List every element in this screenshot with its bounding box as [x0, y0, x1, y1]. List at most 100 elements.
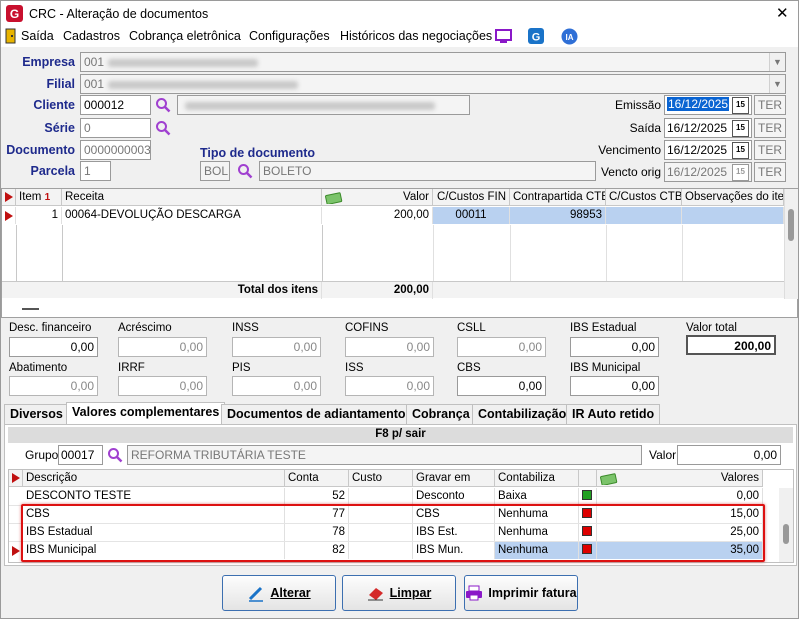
alterar-button[interactable]: Alterar: [222, 575, 336, 611]
iss-input[interactable]: 0,00: [345, 376, 434, 396]
sort-icon[interactable]: 1: [45, 192, 51, 203]
col-ccfin[interactable]: C/Custos FIN: [433, 189, 510, 206]
search-icon[interactable]: [155, 97, 171, 113]
serie-input[interactable]: 0: [80, 118, 151, 138]
tab-cobranca[interactable]: Cobrança: [406, 404, 476, 424]
col-obs[interactable]: Observações do item: [682, 189, 784, 206]
valor-total-input[interactable]: 200,00: [686, 335, 776, 355]
limpar-button[interactable]: Limpar: [342, 575, 456, 611]
menu-historicos[interactable]: Históricos das negociações: [340, 29, 492, 43]
filial-select[interactable]: 001 ▼: [80, 74, 786, 94]
splitter-handle[interactable]: [22, 308, 39, 310]
valor-total-label: Valor total: [686, 322, 737, 334]
row-indicator-icon: [12, 546, 20, 556]
inss-input[interactable]: 0,00: [232, 337, 321, 357]
tab-ir-auto-retido[interactable]: IR Auto retido: [566, 404, 661, 424]
documento-input[interactable]: 0000000003: [80, 140, 151, 160]
col-custo[interactable]: Custo: [349, 470, 413, 487]
col-contrapartida[interactable]: Contrapartida CTB: [510, 189, 606, 206]
items-grid: Item 1 Receita Valor C/Custos FIN Contra…: [1, 188, 798, 318]
menu-configuracoes[interactable]: Configurações: [249, 29, 330, 43]
vencimento-label: Vencimento: [598, 143, 661, 157]
menu-bar: Saída Cadastros Cobrança eletrônica Conf…: [1, 27, 798, 47]
grupo-label: Grupo: [25, 448, 59, 462]
items-scrollbar[interactable]: [784, 189, 798, 299]
abatimento-input[interactable]: 0,00: [9, 376, 98, 396]
valor-label: Valor: [649, 448, 677, 462]
app-window: G CRC - Alteração de documentos ✕ Saída …: [0, 0, 799, 619]
documento-label: Documento: [6, 143, 75, 157]
app-logo-icon: G: [6, 5, 23, 22]
empresa-label: Empresa: [22, 55, 75, 69]
menu-cobranca-eletronica[interactable]: Cobrança eletrônica: [129, 29, 241, 43]
ibs-municipal-input[interactable]: 0,00: [570, 376, 659, 396]
pis-label: PIS: [232, 362, 251, 374]
col-item[interactable]: Item 1: [16, 189, 62, 206]
col-receita[interactable]: Receita: [62, 189, 322, 206]
menu-cadastros[interactable]: Cadastros: [63, 29, 120, 43]
tipo-documento-code[interactable]: BOL: [200, 161, 230, 181]
total-row: Total dos itens 200,00: [2, 281, 784, 299]
monitor-icon[interactable]: [495, 29, 512, 44]
parcela-input[interactable]: 1: [80, 161, 111, 181]
acrescimo-input[interactable]: 0,00: [118, 337, 207, 357]
valor-input[interactable]: 0,00: [677, 445, 781, 465]
col-valores[interactable]: Valores: [597, 470, 763, 487]
tab-documentos-adiantamento[interactable]: Documentos de adiantamento: [221, 404, 412, 424]
vencto-orig-label: Vencto orig: [600, 165, 661, 179]
complementares-scrollbar[interactable]: [779, 488, 793, 562]
tab-valores-complementares[interactable]: Valores complementares: [66, 402, 226, 424]
cbs-input[interactable]: 0,00: [457, 376, 546, 396]
vencto-orig-weekday: TER: [754, 162, 786, 182]
grupo-input[interactable]: 00017: [58, 445, 103, 465]
col-descricao[interactable]: Descrição: [23, 470, 285, 487]
redacted-text: [185, 101, 435, 110]
search-icon[interactable]: [155, 120, 171, 136]
desc-financeiro-input[interactable]: 0,00: [9, 337, 98, 357]
menu-saida[interactable]: Saída: [21, 29, 54, 43]
calendar-icon[interactable]: 15: [732, 97, 749, 114]
col-conta[interactable]: Conta: [285, 470, 349, 487]
csll-input[interactable]: 0,00: [457, 337, 546, 357]
abatimento-label: Abatimento: [9, 362, 68, 374]
empresa-select[interactable]: 001 ▼: [80, 52, 786, 72]
money-icon: [325, 192, 343, 204]
inss-label: INSS: [232, 322, 259, 334]
scroll-thumb[interactable]: [788, 209, 794, 241]
row-indicator-icon: [5, 192, 13, 202]
calendar-icon[interactable]: 15: [732, 120, 749, 137]
table-row[interactable]: 1 00064-DEVOLUÇÃO DESCARGA 200,00 00011 …: [2, 207, 784, 225]
chevron-down-icon[interactable]: ▼: [769, 53, 785, 71]
acrescimo-label: Acréscimo: [118, 322, 172, 334]
col-gravar[interactable]: Gravar em: [413, 470, 495, 487]
exit-door-icon[interactable]: [5, 28, 17, 44]
f8-hint: F8 p/ sair: [8, 427, 793, 443]
cbs-label: CBS: [457, 362, 481, 374]
close-icon[interactable]: ✕: [776, 4, 789, 22]
imprimir-fatura-button[interactable]: Imprimir fatura: [464, 575, 578, 611]
eraser-icon: [367, 588, 383, 601]
col-ccctb[interactable]: C/Custos CTB: [606, 189, 682, 206]
search-icon[interactable]: [237, 163, 253, 179]
chevron-down-icon[interactable]: ▼: [769, 75, 785, 93]
ibs-estadual-input[interactable]: 0,00: [570, 337, 659, 357]
col-valor[interactable]: Valor: [322, 189, 433, 206]
ibs-municipal-label: IBS Municipal: [570, 362, 641, 374]
cofins-input[interactable]: 0,00: [345, 337, 434, 357]
col-contabiliza[interactable]: Contabiliza: [495, 470, 579, 487]
total-label: Total dos itens: [62, 282, 322, 299]
g-logo-icon[interactable]: G: [528, 28, 544, 44]
scroll-thumb[interactable]: [783, 524, 789, 544]
tipo-documento-desc: BOLETO: [259, 161, 596, 181]
tab-diversos[interactable]: Diversos: [4, 404, 69, 424]
tab-contabilizacao[interactable]: Contabilização: [472, 404, 573, 424]
row-indicator-icon: [12, 473, 20, 483]
irrf-input[interactable]: 0,00: [118, 376, 207, 396]
pis-input[interactable]: 0,00: [232, 376, 321, 396]
search-icon[interactable]: [107, 447, 123, 463]
ia-icon[interactable]: IA: [561, 28, 578, 45]
calendar-icon[interactable]: 15: [732, 142, 749, 159]
svg-text:IA: IA: [566, 33, 574, 42]
status-flag-green[interactable]: [582, 490, 592, 500]
cliente-input[interactable]: 000012: [80, 95, 151, 115]
